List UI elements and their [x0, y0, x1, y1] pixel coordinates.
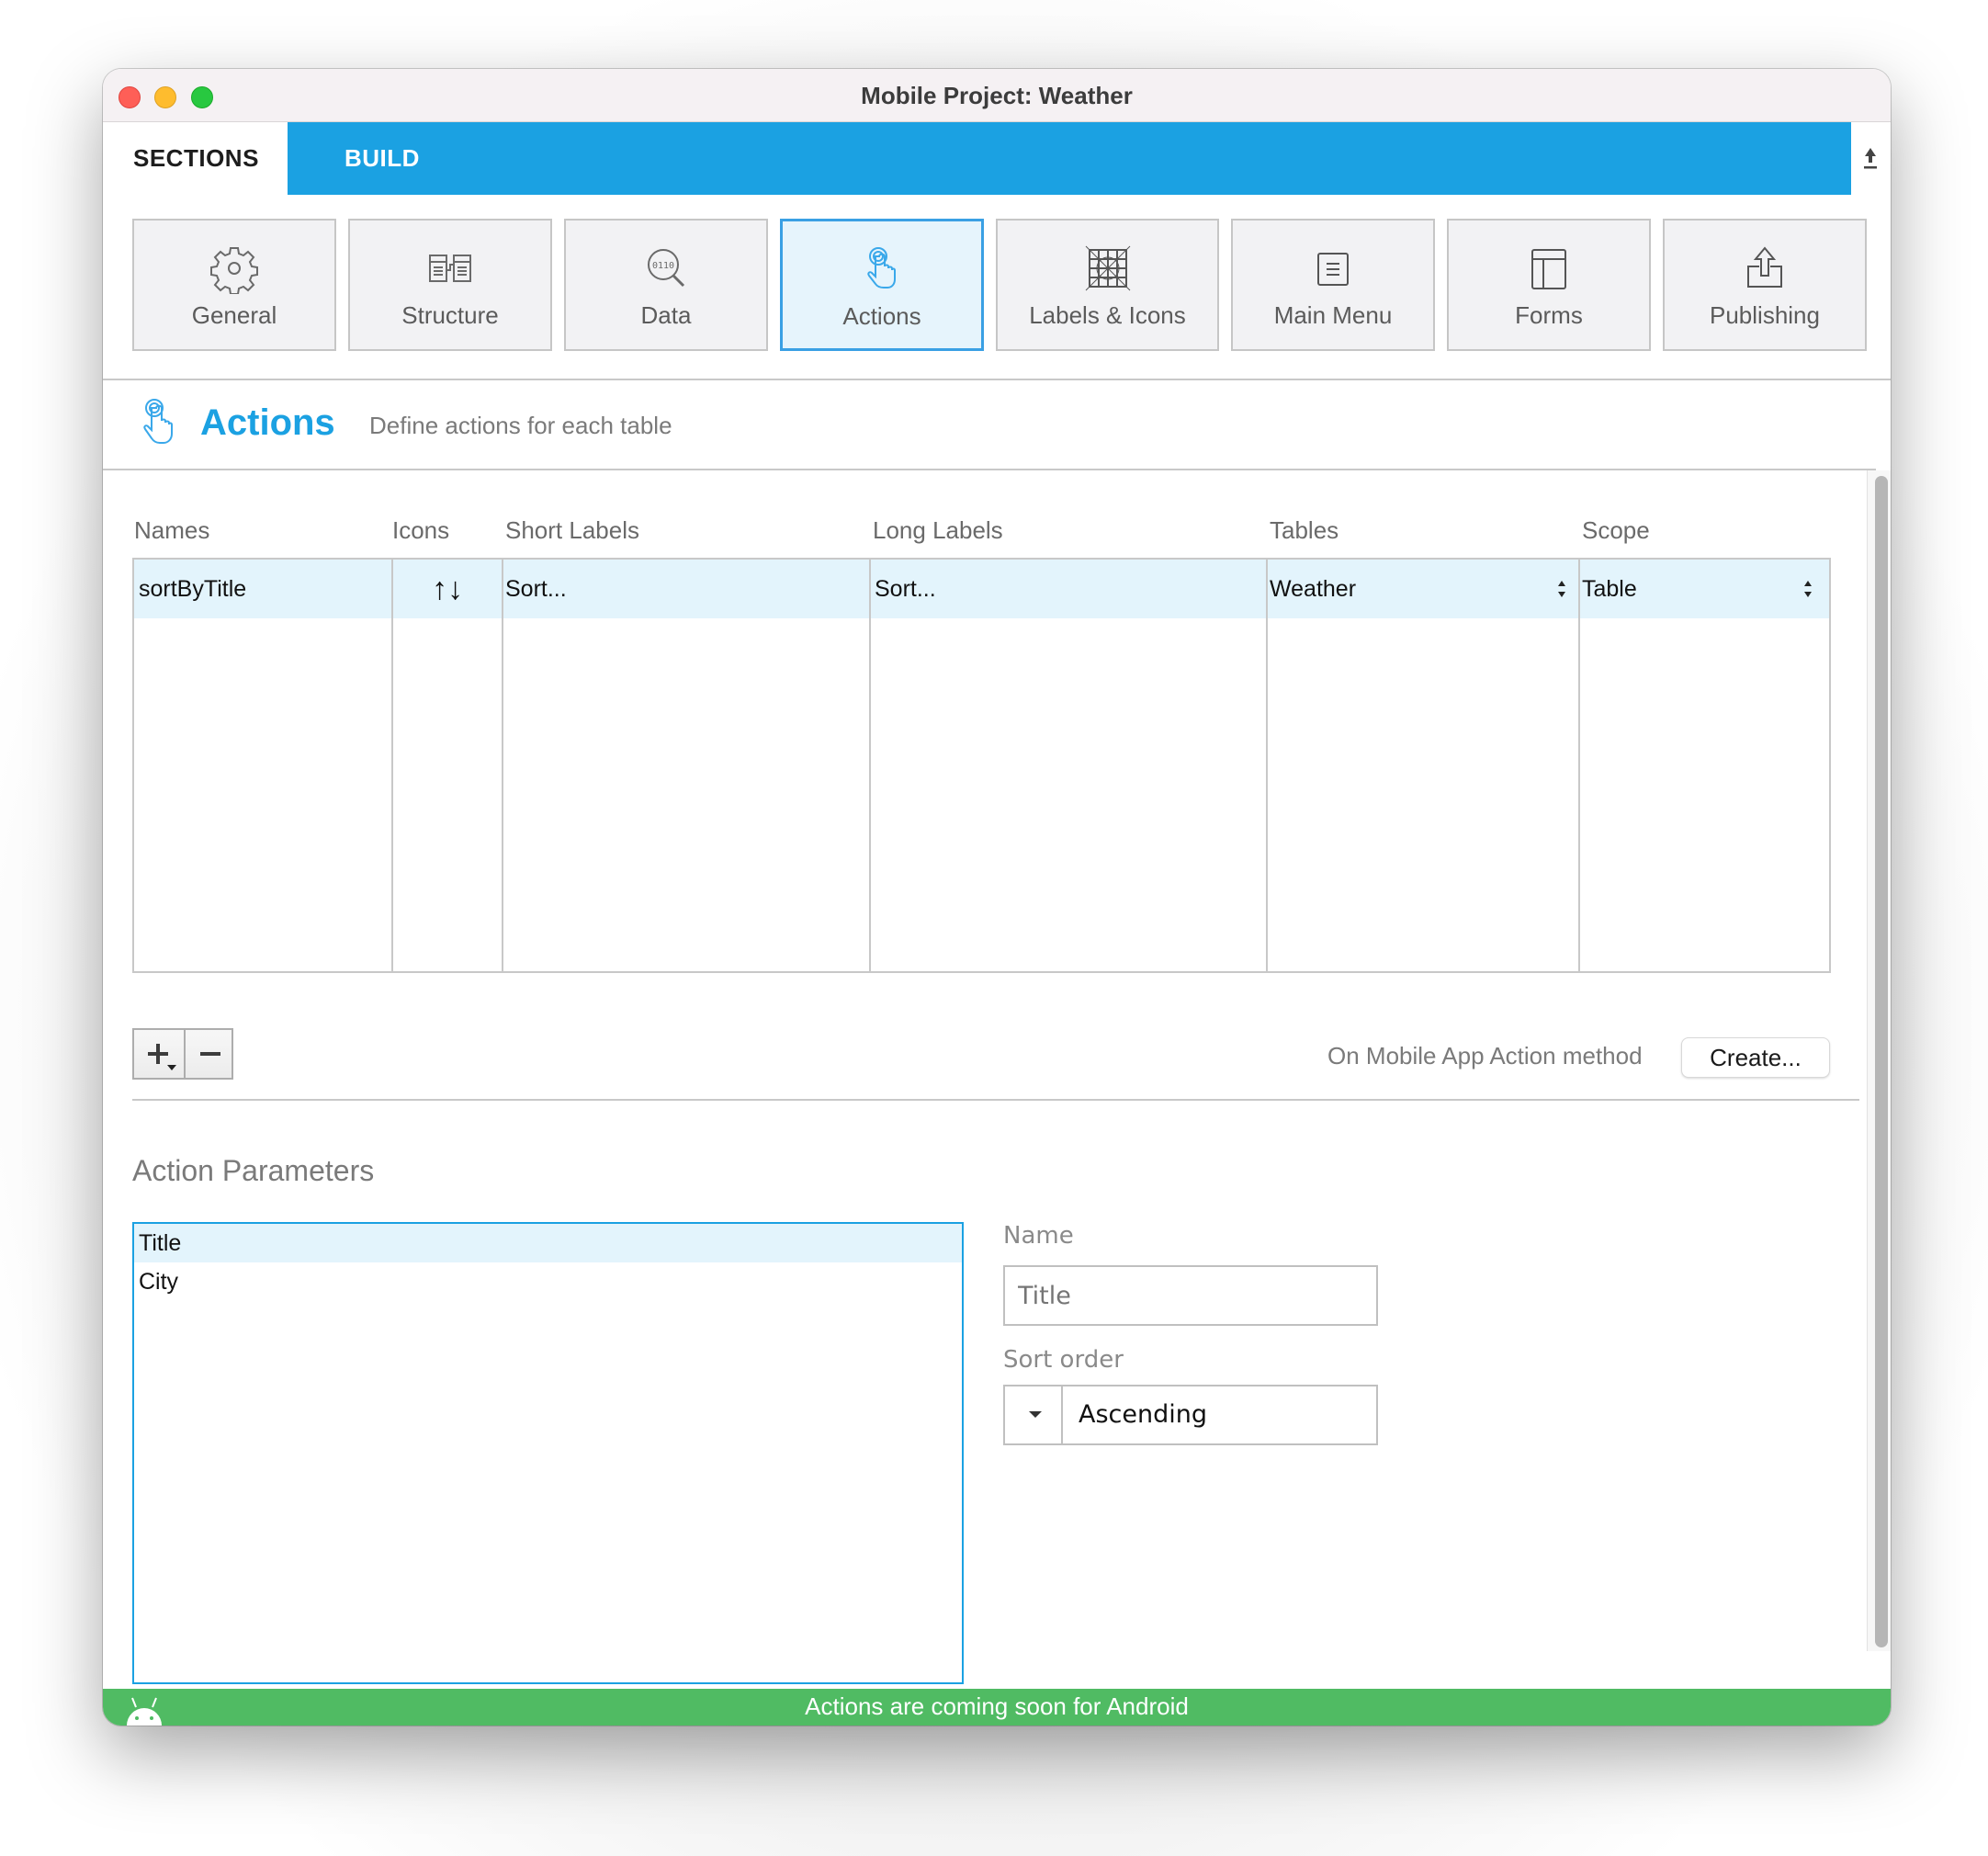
section-label: Actions: [842, 302, 921, 330]
actions-table: sortByTitle ↑↓ Sort... Sort... Weather T…: [132, 558, 1831, 973]
column-divider: [391, 560, 393, 971]
title-bar: Mobile Project: Weather: [103, 69, 1891, 122]
sort-order-value: Ascending: [1079, 1400, 1207, 1429]
section-label: Structure: [401, 301, 499, 329]
column-divider: [502, 560, 503, 971]
data-search-icon: 0110: [648, 249, 685, 288]
tab-build[interactable]: BUILD: [288, 122, 1851, 195]
column-divider: [1578, 560, 1580, 971]
section-label: Labels & Icons: [1029, 301, 1186, 329]
sort-arrows-icon[interactable]: ↑↓: [393, 560, 502, 618]
sort-order-label: Sort order: [1003, 1346, 1124, 1374]
long-label-cell[interactable]: Sort...: [875, 560, 936, 618]
list-item[interactable]: Title: [134, 1224, 962, 1262]
section-label: Main Menu: [1273, 301, 1393, 329]
publish-icon: [1747, 246, 1782, 288]
status-message: Actions are coming soon for Android: [805, 1692, 1189, 1720]
section-label: Data: [640, 301, 692, 329]
forms-icon: [1531, 249, 1566, 289]
menu-icon: [1317, 253, 1349, 286]
section-label: General: [191, 301, 277, 329]
section-actions-button[interactable]: Actions: [780, 219, 984, 351]
column-header-tables[interactable]: Tables: [1270, 516, 1339, 545]
app-window: Mobile Project: Weather SECTIONS BUILD G…: [103, 69, 1891, 1726]
scrollbar-thumb[interactable]: [1875, 476, 1888, 1647]
section-main-menu-button[interactable]: Main Menu: [1231, 219, 1435, 351]
name-input[interactable]: [1003, 1265, 1378, 1326]
chevron-down-icon: [1029, 1411, 1042, 1418]
tap-hand-icon: [867, 247, 896, 289]
name-label: Name: [1003, 1222, 1074, 1250]
method-label: On Mobile App Action method: [1327, 1042, 1643, 1069]
parameters-list: Title City: [132, 1222, 964, 1684]
section-label: Forms: [1515, 301, 1583, 329]
column-divider: [869, 560, 871, 971]
main-tab-bar: SECTIONS BUILD: [103, 122, 1891, 195]
add-action-button[interactable]: [134, 1030, 183, 1078]
section-label: Publishing: [1710, 301, 1820, 329]
structure-icon: [429, 255, 471, 282]
select-stepper-icon[interactable]: [1803, 578, 1813, 600]
action-name-cell[interactable]: sortByTitle: [139, 560, 246, 618]
actions-content: Names Icons Short Labels Long Labels Tab…: [103, 470, 1867, 1726]
vertical-scrollbar[interactable]: [1867, 470, 1891, 1651]
section-forms-button[interactable]: Forms: [1447, 219, 1651, 351]
status-banner: Actions are coming soon for Android: [103, 1689, 1891, 1726]
section-labels-icons-button[interactable]: Labels & Icons: [996, 219, 1219, 351]
table-row[interactable]: [134, 560, 1829, 618]
column-divider: [1266, 560, 1268, 971]
list-item[interactable]: City: [134, 1262, 962, 1301]
actions-add-remove-buttons: [132, 1028, 233, 1080]
column-header-names[interactable]: Names: [134, 516, 209, 545]
column-header-short-labels[interactable]: Short Labels: [505, 516, 639, 545]
section-data-button[interactable]: 0110 Data: [564, 219, 768, 351]
table-select[interactable]: Weather: [1270, 560, 1356, 618]
tab-sections[interactable]: SECTIONS: [103, 122, 288, 195]
page-title: Actions: [200, 402, 335, 443]
sort-order-select[interactable]: Ascending: [1003, 1385, 1378, 1445]
gear-icon: [210, 247, 258, 294]
page-subtitle: Define actions for each table: [369, 412, 672, 439]
section-general-button[interactable]: General: [132, 219, 336, 351]
tap-hand-icon: [143, 399, 173, 444]
page-header: Actions Define actions for each table: [103, 380, 1891, 469]
remove-action-button[interactable]: [184, 1030, 232, 1078]
section-structure-button[interactable]: Structure: [348, 219, 552, 351]
column-header-icons[interactable]: Icons: [392, 516, 449, 545]
dropdown-arrow-icon: [167, 1065, 176, 1070]
sort-order-dropdown-button[interactable]: [1005, 1386, 1063, 1443]
create-method-button[interactable]: Create...: [1681, 1037, 1830, 1078]
labels-icons-icon: [1085, 245, 1130, 291]
window-title: Mobile Project: Weather: [861, 82, 1133, 109]
select-stepper-icon[interactable]: [1557, 578, 1566, 600]
sections-toolbar: General Structure 0110 Data Actions Labe…: [132, 219, 1869, 351]
section-publishing-button[interactable]: Publishing: [1663, 219, 1867, 351]
scope-select[interactable]: Table: [1582, 560, 1637, 618]
svg-text:0110: 0110: [652, 261, 674, 271]
upload-icon[interactable]: [1861, 144, 1880, 172]
column-header-long-labels[interactable]: Long Labels: [873, 516, 1003, 545]
column-header-scope[interactable]: Scope: [1582, 516, 1650, 545]
divider: [132, 1099, 1859, 1101]
tab-build-label: BUILD: [345, 144, 420, 172]
short-label-cell[interactable]: Sort...: [505, 560, 567, 618]
action-parameters-title: Action Parameters: [132, 1154, 375, 1187]
